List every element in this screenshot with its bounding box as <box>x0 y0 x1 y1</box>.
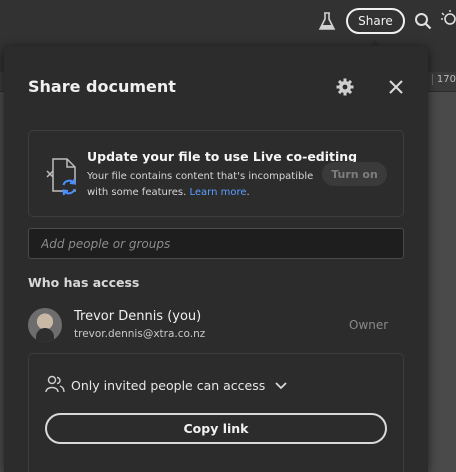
ruler-label: 170 <box>431 74 456 85</box>
share-panel: Share document Update your file to use L… <box>4 46 428 472</box>
search-icon[interactable] <box>412 10 434 32</box>
live-coediting-notice: Update your file to use Live co-editing … <box>28 130 404 217</box>
close-icon[interactable] <box>385 76 407 98</box>
notice-body: Your file contains content that's incomp… <box>87 171 314 198</box>
notice-title: Update your file to use Live co-editing <box>87 149 358 164</box>
user-role: Owner <box>349 318 389 332</box>
copy-link-button[interactable]: Copy link <box>45 413 387 444</box>
user-email: trevor.dennis@xtra.co.nz <box>74 328 206 340</box>
add-people-input[interactable] <box>28 228 404 259</box>
gear-icon[interactable] <box>334 76 356 98</box>
avatar <box>28 308 62 342</box>
access-setting-label: Only invited people can access <box>71 378 266 393</box>
learn-more-link[interactable]: Learn more <box>189 187 246 198</box>
people-icon <box>45 375 65 393</box>
chevron-down-icon <box>275 381 287 389</box>
lightbulb-icon[interactable] <box>440 8 456 32</box>
link-access-section: Only invited people can access Copy link <box>28 353 404 472</box>
turn-on-button[interactable]: Turn on <box>322 162 387 186</box>
share-button[interactable]: Share <box>346 8 405 34</box>
panel-title: Share document <box>28 77 176 96</box>
file-sync-icon <box>43 157 83 197</box>
beaker-icon[interactable] <box>316 10 338 32</box>
who-has-access-heading: Who has access <box>28 275 140 290</box>
user-name: Trevor Dennis (you) <box>74 309 202 324</box>
access-setting-dropdown[interactable]: Only invited people can access <box>71 378 287 393</box>
